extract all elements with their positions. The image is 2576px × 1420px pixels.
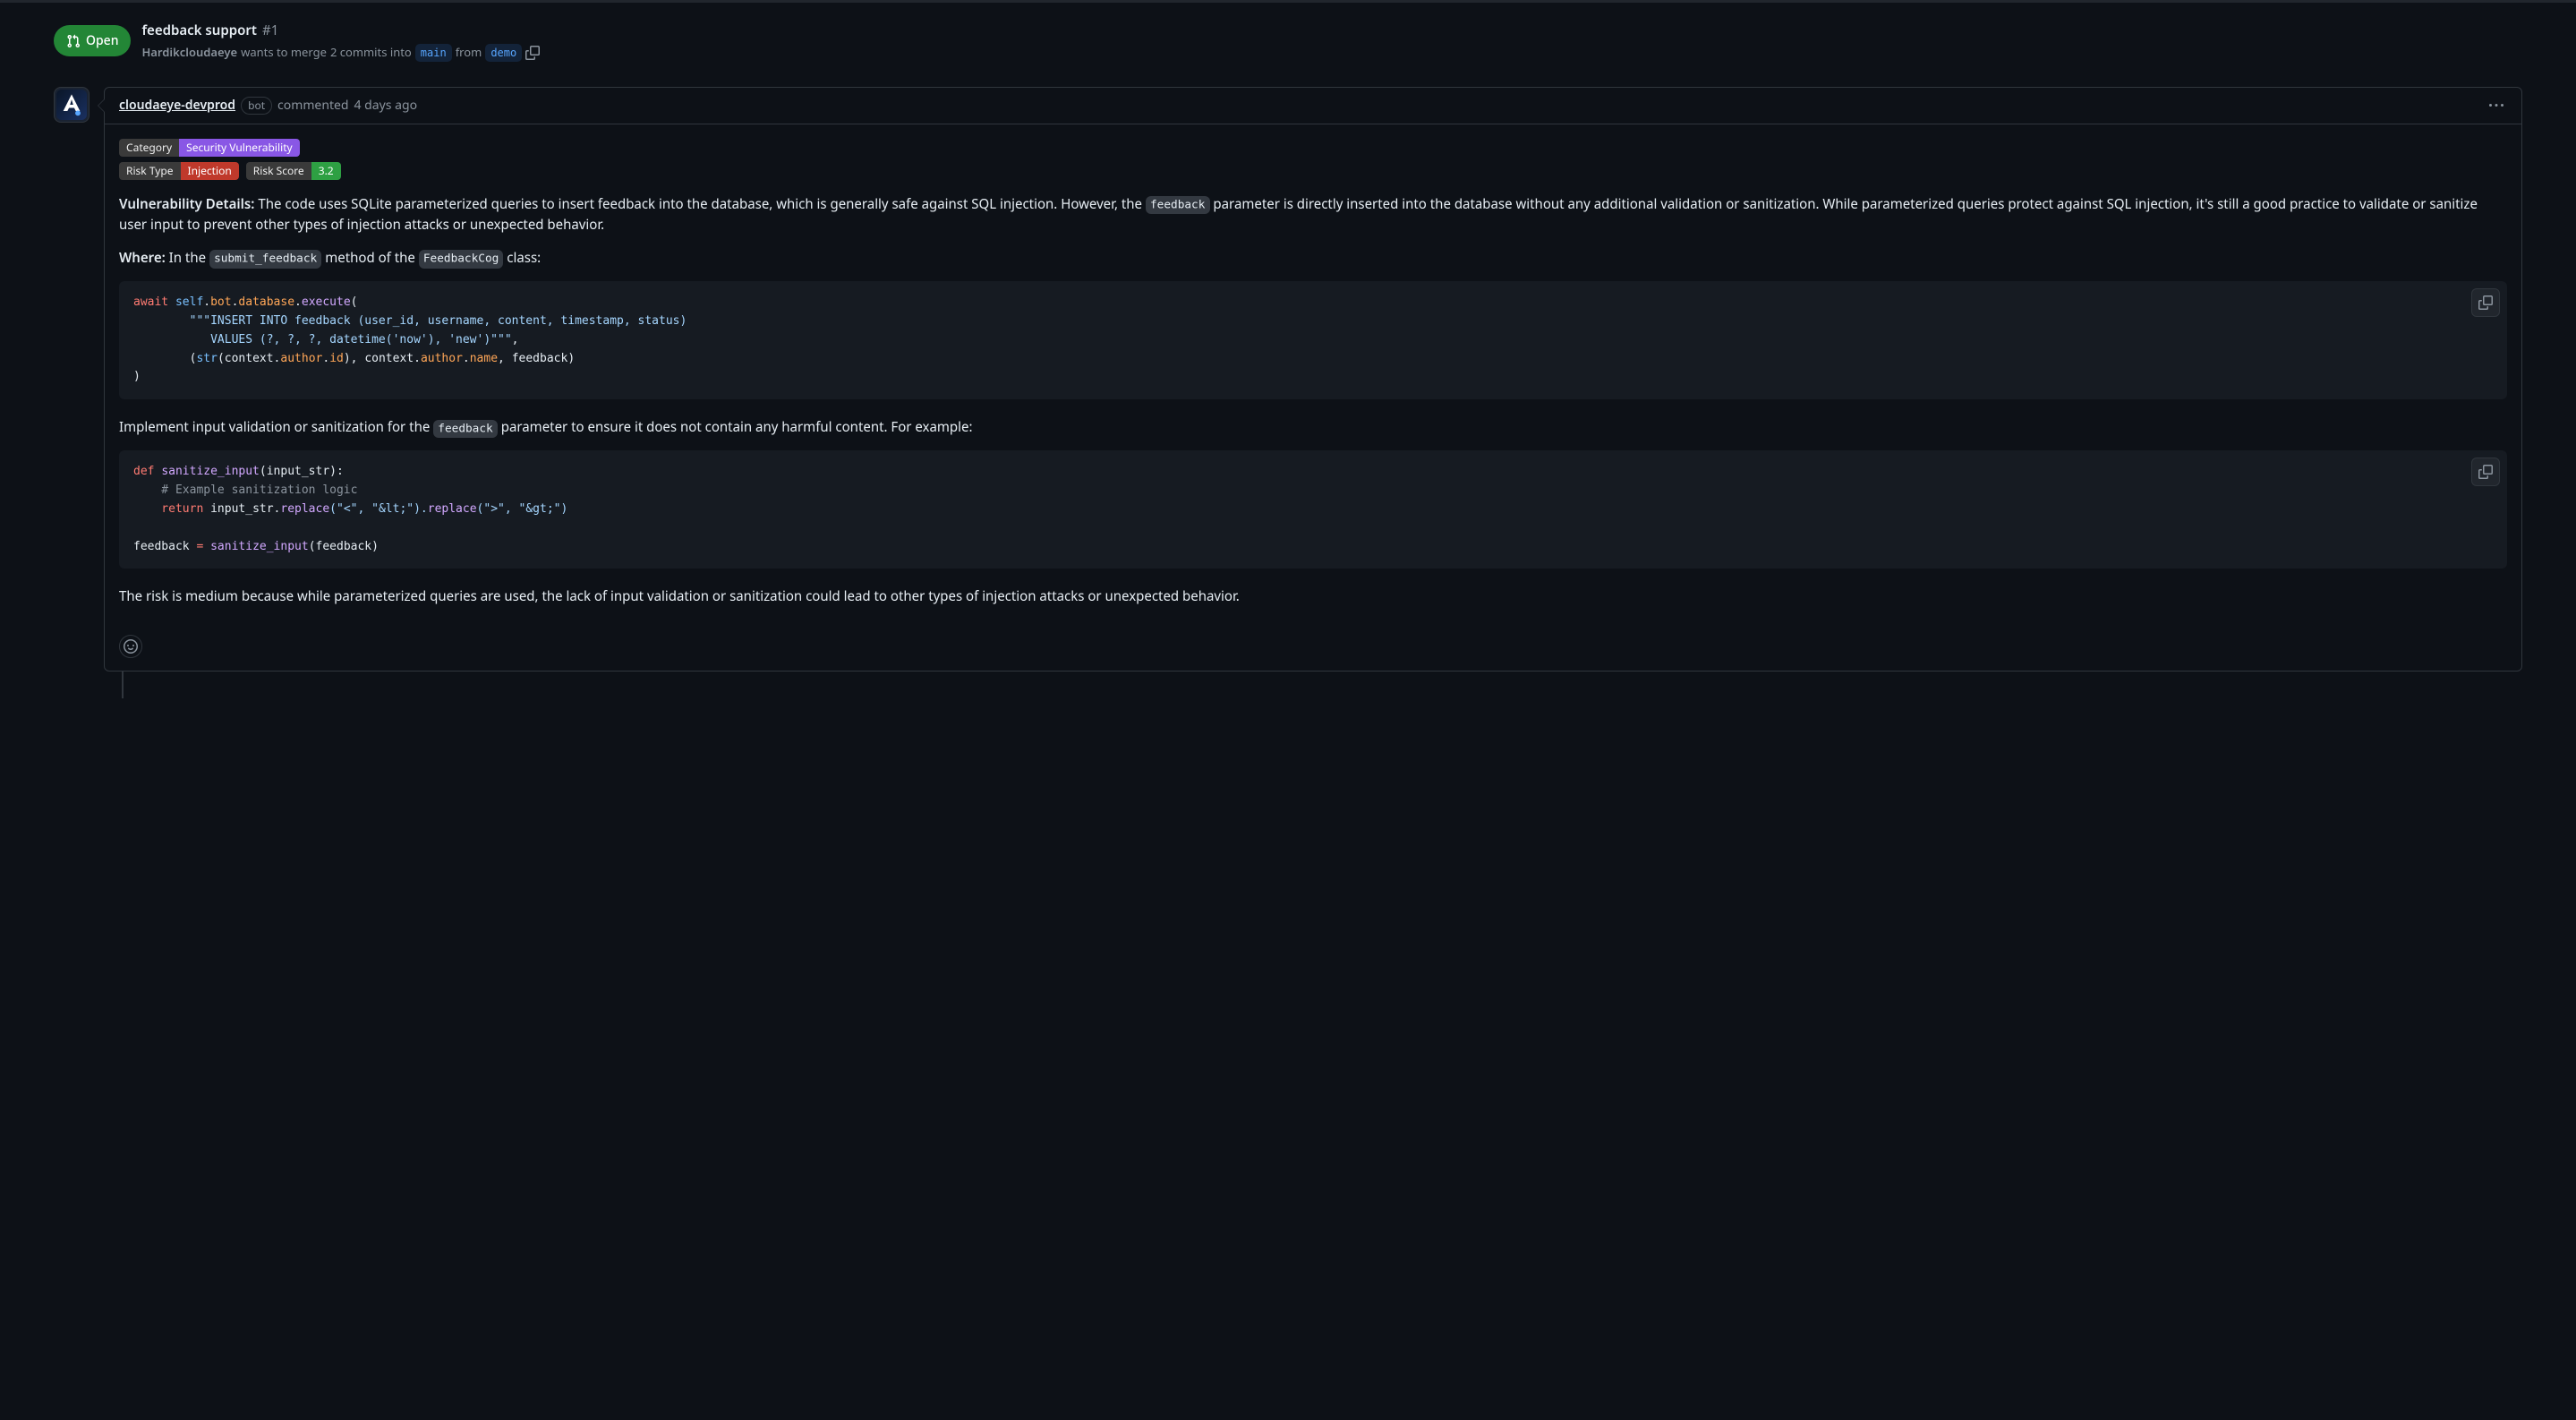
add-reaction-button[interactable] [119, 635, 142, 658]
timeline-connector [122, 672, 2522, 698]
code-block: await self.bot.database.execute( """INSE… [119, 281, 2507, 399]
comment: cloudaeye-devprod bot commented 4 days a… [104, 87, 2522, 672]
pr-number: #1 [262, 21, 278, 41]
pr-meta: Hardikcloudaeye wants to merge 2 commits… [141, 44, 540, 62]
vulnerability-paragraph: Vulnerability Details: The code uses SQL… [119, 194, 2507, 236]
git-pull-request-icon [66, 34, 81, 48]
inline-code: FeedbackCog [419, 250, 504, 268]
risk-paragraph: The risk is medium because while paramet… [119, 586, 2507, 607]
status-badge: Open [54, 25, 131, 56]
category-label: Category Security Vulnerability [119, 139, 300, 157]
inline-code: submit_feedback [209, 250, 321, 268]
avatar[interactable] [54, 87, 90, 123]
status-text: Open [86, 31, 118, 50]
pr-title[interactable]: feedback support [141, 21, 257, 41]
pr-author-link[interactable]: Hardikcloudaeye [141, 44, 237, 62]
inline-code: feedback [433, 420, 498, 438]
pr-header: Open feedback support #1 Hardikcloudaeye… [0, 12, 2576, 69]
base-branch[interactable]: main [415, 44, 452, 62]
bot-badge: bot [241, 97, 272, 115]
code-block: def sanitize_input(input_str): # Example… [119, 450, 2507, 569]
copy-branch-icon[interactable] [525, 46, 540, 60]
copy-code-button[interactable] [2471, 288, 2500, 317]
copy-code-button[interactable] [2471, 458, 2500, 486]
implement-paragraph: Implement input validation or sanitizati… [119, 417, 2507, 438]
comment-author[interactable]: cloudaeye-devprod [119, 96, 235, 115]
kebab-icon[interactable] [2486, 95, 2507, 116]
inline-code: feedback [1146, 196, 1210, 214]
avatar-logo-icon [59, 92, 84, 117]
risk-type-label: Risk Type Injection [119, 162, 239, 180]
risk-score-label: Risk Score 3.2 [246, 162, 341, 180]
head-branch[interactable]: demo [485, 44, 522, 62]
where-paragraph: Where: In the submit_feedback method of … [119, 248, 2507, 269]
comment-timestamp[interactable]: 4 days ago [354, 96, 418, 115]
